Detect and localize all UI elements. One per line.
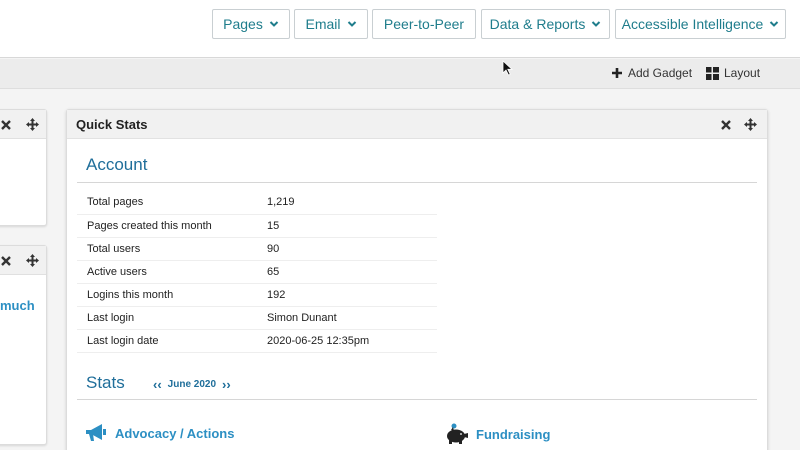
table-row: Pages created this month 15	[77, 214, 437, 237]
layout-label: Layout	[724, 66, 761, 80]
row-label: Last login date	[87, 334, 159, 347]
table-row: Total pages 1,219	[77, 191, 437, 214]
account-divider	[77, 182, 757, 183]
nav-data-reports-label: Data & Reports	[489, 16, 586, 32]
move-icon[interactable]	[744, 118, 757, 131]
row-value: 192	[267, 288, 286, 301]
row-value: Simon Dunant	[267, 311, 337, 324]
close-icon[interactable]	[1, 120, 11, 130]
quick-stats-header: Quick Stats	[67, 110, 767, 139]
fundraising-label: Fundraising	[476, 426, 551, 442]
chevron-down-icon	[347, 21, 356, 27]
top-nav-bar: Pages Email Peer-to-Peer Data & Reports …	[0, 0, 800, 58]
advocacy-actions-label: Advocacy / Actions	[115, 425, 235, 441]
add-gadget-button[interactable]: Add Gadget	[611, 66, 692, 80]
row-label: Total users	[87, 242, 141, 255]
next-month-arrow[interactable]: ››	[222, 377, 231, 392]
row-label: Last login	[87, 311, 135, 324]
current-month-label: June 2020	[167, 379, 217, 390]
account-stats-table: Total pages 1,219 Pages created this mon…	[77, 191, 437, 353]
quick-stats-title: Quick Stats	[76, 117, 148, 132]
layout-grid-icon	[706, 66, 719, 80]
move-icon[interactable]	[26, 254, 39, 267]
row-value: 65	[267, 265, 280, 278]
quick-stats-gadget: Quick Stats Account Total pages 1,219 Pa…	[66, 109, 768, 450]
left-gadget-top	[0, 109, 47, 226]
nav-peer-to-peer-button[interactable]: Peer-to-Peer	[372, 9, 476, 39]
megaphone-icon	[86, 424, 106, 441]
advocacy-actions-link[interactable]: Advocacy / Actions	[85, 423, 234, 443]
row-value: 1,219	[267, 196, 295, 209]
nav-pages-button[interactable]: Pages	[212, 9, 290, 39]
left-gadget-top-header	[0, 110, 46, 139]
nav-email-label: Email	[305, 16, 341, 32]
row-label: Logins this month	[87, 288, 174, 301]
dashboard-toolbar: Add Gadget Layout	[0, 59, 800, 89]
account-heading: Account	[86, 155, 148, 174]
chevron-down-icon	[592, 21, 601, 27]
move-icon[interactable]	[26, 118, 39, 131]
fundraising-link[interactable]: Fundraising	[444, 423, 550, 445]
row-label: Total pages	[87, 196, 144, 209]
prev-month-arrow[interactable]: ‹‹	[153, 377, 162, 392]
nav-accessible-intelligence-label: Accessible Intelligence	[621, 16, 764, 32]
table-row: Last login date 2020-06-25 12:35pm	[77, 329, 437, 352]
nav-pages-label: Pages	[223, 16, 263, 32]
nav-email-button[interactable]: Email	[294, 9, 368, 39]
add-gadget-label: Add Gadget	[628, 66, 693, 80]
layout-button[interactable]: Layout	[706, 66, 760, 80]
mouse-cursor-icon	[502, 60, 514, 76]
row-label: Active users	[87, 265, 147, 278]
table-row: Active users 65	[77, 260, 437, 283]
stats-heading: Stats	[86, 373, 125, 392]
stats-divider	[77, 399, 757, 400]
left-gadget-link[interactable]: much	[0, 298, 35, 313]
chevron-down-icon	[770, 21, 779, 27]
month-navigator: ‹‹ June 2020 ››	[153, 377, 231, 392]
nav-peer-to-peer-label: Peer-to-Peer	[383, 16, 465, 32]
left-gadget-bottom	[0, 245, 47, 445]
row-label: Pages created this month	[87, 219, 212, 232]
nav-data-reports-button[interactable]: Data & Reports	[481, 9, 610, 39]
close-icon[interactable]	[1, 256, 11, 266]
left-gadget-bottom-header	[0, 246, 46, 275]
row-value: 2020-06-25 12:35pm	[267, 334, 370, 347]
row-value: 90	[267, 242, 280, 255]
chevron-down-icon	[269, 21, 279, 27]
plus-icon	[612, 68, 622, 78]
table-row: Logins this month 192	[77, 283, 437, 306]
table-row: Total users 90	[77, 237, 437, 260]
row-value: 15	[267, 219, 280, 232]
nav-accessible-intelligence-button[interactable]: Accessible Intelligence	[615, 9, 786, 39]
close-icon[interactable]	[721, 120, 731, 130]
table-row: Last login Simon Dunant	[77, 306, 437, 329]
piggy-bank-icon	[447, 423, 468, 444]
